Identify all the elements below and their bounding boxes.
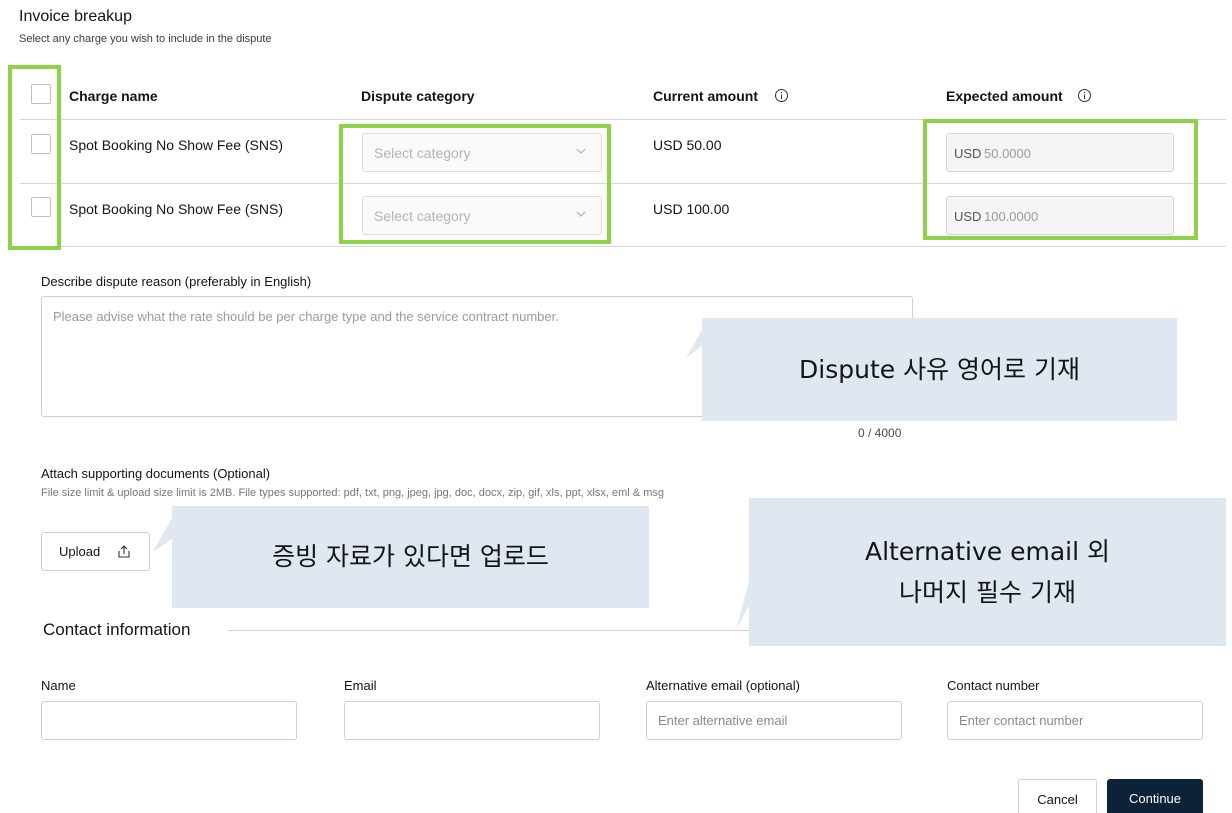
- character-counter: 0 / 4000: [858, 426, 902, 440]
- contact-callout-line2: 나머지 필수 기재: [899, 578, 1076, 607]
- email-input[interactable]: [344, 701, 600, 740]
- upload-callout-text: 증빙 자료가 있다면 업로드: [272, 542, 549, 572]
- upload-button[interactable]: Upload: [41, 532, 150, 571]
- category-column-highlight: [339, 124, 611, 244]
- expected-amount-column-highlight: [923, 119, 1198, 240]
- table-divider: [20, 246, 1226, 247]
- contact-number-label: Contact number: [947, 678, 1040, 693]
- checkbox-column-highlight: [8, 65, 61, 250]
- column-header-dispute-category: Dispute category: [361, 88, 475, 104]
- attachments-label: Attach supporting documents (Optional): [41, 466, 271, 481]
- name-label: Name: [41, 678, 76, 693]
- current-amount: USD 50.00: [653, 137, 722, 153]
- page-subtitle: Select any charge you wish to include in…: [19, 33, 272, 45]
- cancel-button[interactable]: Cancel: [1018, 779, 1097, 813]
- contact-number-input[interactable]: Enter contact number: [947, 701, 1203, 740]
- current-amount: USD 100.00: [653, 201, 730, 217]
- upload-icon: [118, 545, 130, 558]
- reason-callout-text: Dispute 사유 영어로 기재: [799, 354, 1080, 384]
- callout-pointer: [153, 516, 173, 552]
- column-header-expected-amount: Expected amount: [946, 88, 1063, 104]
- alt-email-input[interactable]: Enter alternative email: [646, 701, 902, 740]
- name-input[interactable]: [41, 701, 297, 740]
- contact-number-placeholder: Enter contact number: [959, 713, 1084, 728]
- contact-section-title: Contact information: [43, 620, 199, 640]
- info-icon[interactable]: [774, 88, 789, 103]
- column-header-current-amount: Current amount: [653, 88, 758, 104]
- reason-label: Describe dispute reason (preferably in E…: [41, 274, 312, 289]
- page-title: Invoice breakup: [19, 8, 132, 25]
- attachments-note: File size limit & upload size limit is 2…: [41, 487, 664, 499]
- reason-callout: Dispute 사유 영어로 기재: [702, 318, 1177, 421]
- email-label: Email: [344, 678, 377, 693]
- continue-button[interactable]: Continue: [1107, 779, 1203, 813]
- column-header-charge-name: Charge name: [69, 88, 158, 104]
- charge-name: Spot Booking No Show Fee (SNS): [69, 137, 283, 153]
- contact-callout-line1: Alternative email 외: [865, 536, 1110, 566]
- upload-callout: 증빙 자료가 있다면 업로드: [172, 506, 649, 608]
- info-icon[interactable]: [1077, 88, 1092, 103]
- contact-callout: Alternative email 외 나머지 필수 기재: [749, 498, 1226, 646]
- upload-button-label: Upload: [59, 544, 101, 559]
- alt-email-label: Alternative email (optional): [646, 678, 800, 693]
- charge-name: Spot Booking No Show Fee (SNS): [69, 201, 283, 217]
- reason-placeholder: Please advise what the rate should be pe…: [53, 309, 559, 324]
- alt-email-placeholder: Enter alternative email: [658, 713, 788, 728]
